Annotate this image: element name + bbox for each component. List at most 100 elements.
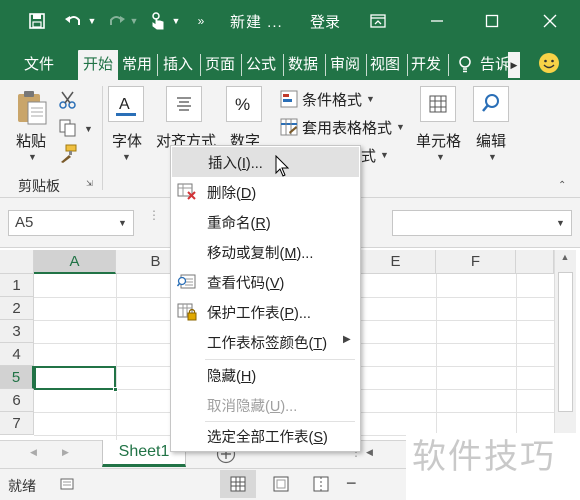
cell-style-dropdown-icon[interactable]: ▼ [380,150,389,160]
select-all-corner[interactable] [0,250,34,274]
search-icon[interactable] [473,86,509,122]
cell-style-button[interactable]: 式 [361,145,376,166]
tab-insert[interactable]: 插入 [163,50,197,80]
paste-icon[interactable] [14,88,50,128]
touch-dropdown-icon[interactable]: ▼ [170,8,182,34]
smiley-feedback-icon[interactable] [538,52,560,74]
menu-item-insert[interactable]: 插入(I)... [172,147,359,177]
sheet-scroll-right-icon[interactable]: ▶ [62,447,69,458]
clipboard-launcher-icon[interactable]: ⇲ [86,179,96,189]
row-header-4[interactable]: 4 [0,343,34,366]
save-icon[interactable] [26,8,48,34]
paste-button[interactable]: 粘贴 [16,130,46,151]
menu-item-view-code[interactable]: 查看代码(V) [171,267,360,297]
selected-cell-a5[interactable] [34,366,116,390]
font-icon[interactable]: A [108,86,144,122]
tab-file[interactable]: 文件 [24,50,58,80]
tab-separator [241,54,242,76]
conditional-format-button[interactable]: 条件格式 [302,89,362,110]
table-format-button[interactable]: 套用表格格式 [302,117,392,138]
scrollbar-thumb[interactable] [558,272,573,412]
maximize-icon[interactable] [477,8,507,34]
tab-common[interactable]: 常用 [122,50,156,80]
tab-separator [448,54,449,76]
row-header-1[interactable]: 1 [0,274,34,297]
name-box[interactable]: A5 [8,210,134,236]
touch-mode-icon[interactable] [148,8,168,34]
row-header-2[interactable]: 2 [0,297,34,320]
edit-dropdown-icon[interactable]: ▼ [488,152,497,162]
table-format-dropdown-icon[interactable]: ▼ [396,122,405,132]
cut-icon[interactable] [58,90,78,110]
menu-item-label: 工作表标签颜色(T) [207,336,328,352]
column-header-a[interactable]: A [34,250,116,274]
menu-item-label: 保护工作表(P)... [207,306,311,322]
scroll-up-icon[interactable]: ▲ [555,252,575,268]
conditional-format-dropdown-icon[interactable]: ▼ [366,94,375,104]
vertical-scrollbar[interactable]: ▲ [554,250,576,440]
menu-item-rename[interactable]: 重命名(R) [171,207,360,237]
more-commands-icon[interactable]: » [194,8,208,34]
copy-dropdown-icon[interactable]: ▼ [84,124,93,134]
page-layout-view-icon[interactable] [272,475,290,493]
column-header-g[interactable] [516,250,554,274]
edit-button[interactable]: 编辑 [476,130,506,151]
hscroll-left-icon[interactable]: ◀ [366,447,373,458]
copy-icon[interactable] [58,118,78,138]
format-painter-icon[interactable] [58,144,78,164]
row-header-6[interactable]: 6 [0,389,34,412]
paste-dropdown-icon[interactable]: ▼ [28,152,37,162]
tab-scroll-right-icon[interactable]: ▶ [508,52,520,78]
tab-data[interactable]: 数据 [288,50,322,80]
formula-input[interactable] [392,210,572,236]
row-header-3[interactable]: 3 [0,320,34,343]
formula-expand-icon[interactable]: ▼ [556,218,565,228]
tab-review[interactable]: 审阅 [330,50,364,80]
tab-home[interactable]: 开始 [78,50,118,80]
tab-tell-me[interactable]: 告诉 [480,50,508,80]
font-button[interactable]: 字体 [112,130,142,151]
undo-icon[interactable] [62,8,84,34]
normal-view-icon[interactable] [220,470,256,498]
tab-view[interactable]: 视图 [370,50,404,80]
menu-item-hide[interactable]: 隐藏(H) [171,360,360,390]
zoom-out-icon[interactable]: − [346,473,357,494]
menu-item-label: 重命名(R) [207,216,271,232]
redo-dropdown-icon: ▼ [129,16,139,26]
menu-item-tab-color[interactable]: 工作表标签颜色(T) ▶ [171,327,360,357]
number-format-icon[interactable]: % [226,86,262,122]
menu-item-unhide: 取消隐藏(U)... [171,390,360,420]
font-dropdown-icon[interactable]: ▼ [122,152,131,162]
tell-me-icon[interactable] [458,50,478,80]
collapse-ribbon-icon[interactable]: ⌃ [558,180,570,191]
column-header-f[interactable]: F [436,250,516,274]
redo-icon [106,8,128,34]
menu-item-delete[interactable]: 删除(D) [171,177,360,207]
name-box-dropdown-icon[interactable]: ▼ [118,218,127,228]
alignment-icon[interactable] [166,86,202,122]
ribbon-display-options-icon[interactable] [363,8,393,34]
tab-page-layout[interactable]: 页面 [205,50,239,80]
menu-item-select-all-sheets[interactable]: 选定全部工作表(S) [171,421,360,451]
protect-sheet-icon [177,303,197,321]
cells-icon[interactable] [420,86,456,122]
row-header-5[interactable]: 5 [0,366,34,389]
fill-handle[interactable] [113,387,118,392]
minimize-icon[interactable] [422,8,452,34]
mouse-cursor-icon [275,154,291,177]
tab-formulas[interactable]: 公式 [246,50,280,80]
column-header-e[interactable]: E [356,250,436,274]
menu-item-move-copy[interactable]: 移动或复制(M)... [171,237,360,267]
close-icon[interactable] [535,8,565,34]
tab-developer[interactable]: 开发 [411,50,445,80]
sheet-scroll-left-icon[interactable]: ◀ [30,447,37,458]
row-header-7[interactable]: 7 [0,412,34,435]
undo-dropdown-icon[interactable]: ▼ [86,8,98,34]
macro-record-icon[interactable] [60,477,74,491]
page-break-view-icon[interactable] [312,475,330,493]
menu-item-protect-sheet[interactable]: 保护工作表(P)... [171,297,360,327]
cells-button[interactable]: 单元格 [416,130,461,151]
watermark-text: 软件技巧 [406,433,580,500]
cells-dropdown-icon[interactable]: ▼ [436,152,445,162]
login-link[interactable]: 登录 [310,11,340,32]
